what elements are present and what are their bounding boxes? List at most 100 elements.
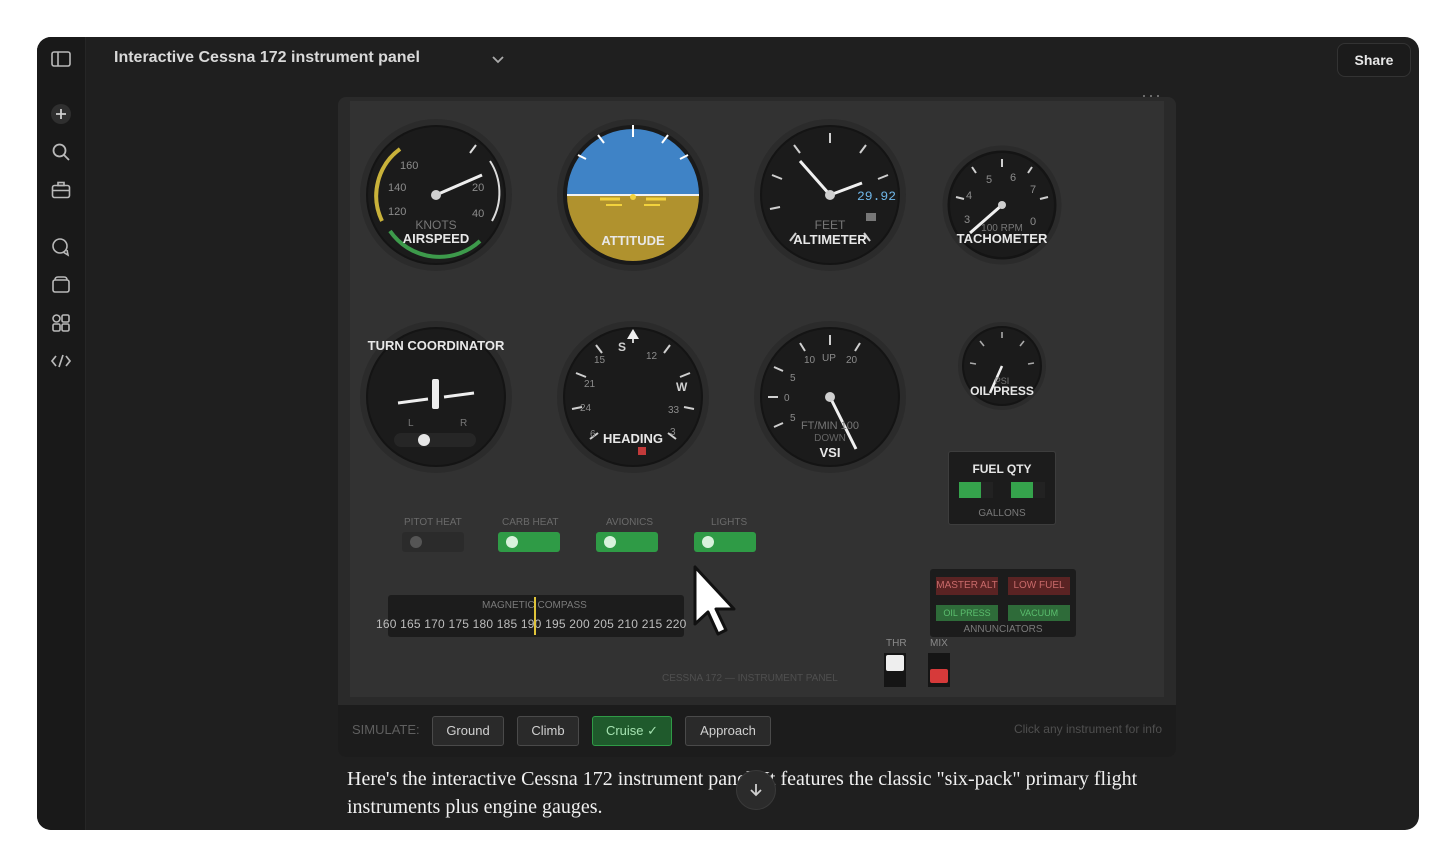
artifact-preview: 160 140 120 20 40 KNOTS AIRSPEED ATTITUD… xyxy=(338,97,1176,757)
simulate-climb-button[interactable]: Climb xyxy=(517,716,579,746)
annunciators-label: ANNUNCIATORS xyxy=(963,624,1043,635)
heading-tick: 33 xyxy=(668,405,680,416)
airspeed-tick: 160 xyxy=(400,160,418,172)
annunciator-oil-press-label: OIL PRESS xyxy=(943,608,991,618)
heading-tick: W xyxy=(676,380,688,394)
tach-tick: 4 xyxy=(966,190,972,202)
airspeed-tick: 120 xyxy=(388,206,406,218)
folder-icon[interactable] xyxy=(47,271,75,299)
annunciator-low-fuel: LOW FUEL xyxy=(1008,577,1070,595)
instrument-panel: 160 140 120 20 40 KNOTS AIRSPEED ATTITUD… xyxy=(350,101,1164,697)
attitude-label: ATTITUDE xyxy=(601,233,665,248)
oil-pressure-gauge[interactable]: PSI OIL PRESS xyxy=(958,322,1046,410)
simulate-approach-button[interactable]: Approach xyxy=(685,716,771,746)
panel-footer-label: CESSNA 172 — INSTRUMENT PANEL xyxy=(662,673,838,684)
vsi-label: VSI xyxy=(820,445,841,460)
turn-coordinator-label: TURN COORDINATOR xyxy=(368,338,505,353)
pitot-heat-switch[interactable] xyxy=(402,532,464,552)
vsi-sub: DOWN xyxy=(814,433,846,444)
tach-tick: 5 xyxy=(986,174,992,186)
airspeed-tick: 140 xyxy=(388,182,406,194)
throttle-label: THR xyxy=(886,638,907,649)
vsi-tick: 5 xyxy=(790,413,796,424)
header: Interactive Cessna 172 instrument panel … xyxy=(85,37,1419,81)
sidebar xyxy=(37,37,86,830)
chat-icon[interactable] xyxy=(47,233,75,261)
search-icon[interactable] xyxy=(47,138,75,166)
airspeed-indicator[interactable]: 160 140 120 20 40 KNOTS AIRSPEED xyxy=(360,119,512,271)
simulate-ground-button[interactable]: Ground xyxy=(432,716,504,746)
attitude-sky xyxy=(567,129,699,196)
switch-label-pitot-heat: PITOT HEAT xyxy=(404,517,462,528)
airspeed-unit: KNOTS xyxy=(415,218,456,232)
mixture-lever[interactable] xyxy=(928,653,950,687)
arrow-down-icon xyxy=(750,784,762,797)
throttle-lever[interactable] xyxy=(884,653,906,687)
annunciator-master-alt-label: MASTER ALT xyxy=(936,580,998,591)
heading-tick: 24 xyxy=(580,403,592,414)
tach-tick: 7 xyxy=(1030,184,1036,196)
mouse-cursor-icon xyxy=(692,564,740,643)
magnetic-compass[interactable]: MAGNETIC COMPASS 160 165 170 175 180 185… xyxy=(376,595,686,637)
turn-left-label: L xyxy=(408,418,414,429)
app-window: Interactive Cessna 172 instrument panel … xyxy=(37,37,1419,830)
altimeter[interactable]: 29.92 FEET ALTIMETER xyxy=(754,119,906,271)
vsi-tick: 20 xyxy=(846,355,858,366)
fuel-quantity-gauge[interactable]: FUEL QTY GALLONS xyxy=(948,451,1056,525)
vsi-unit: FT/MIN 100 xyxy=(801,420,859,432)
scroll-down-button[interactable] xyxy=(736,770,776,810)
conversation-title[interactable]: Interactive Cessna 172 instrument panel xyxy=(114,49,420,67)
annunciator-vacuum: VACUUM xyxy=(1008,605,1070,621)
airspeed-label: AIRSPEED xyxy=(403,231,469,246)
fuel-left-tank xyxy=(959,482,981,498)
mixture-knob xyxy=(930,669,948,683)
fuel-right-tank xyxy=(1011,482,1033,498)
fuel-left-empty xyxy=(981,482,993,498)
switch-label-carb-heat: CARB HEAT xyxy=(502,517,559,528)
annunciator-vacuum-label: VACUUM xyxy=(1019,608,1059,618)
annunciator-panel[interactable]: MASTER ALT LOW FUEL OIL PRESS VACUUM ANN… xyxy=(930,569,1076,637)
heading-tick: 3 xyxy=(670,427,676,438)
tachometer[interactable]: 5 6 7 4 3 0 100 RPM TACHOMETER xyxy=(942,145,1062,265)
plus-icon[interactable] xyxy=(47,100,75,128)
briefcase-icon[interactable] xyxy=(47,176,75,204)
annunciator-master-alt: MASTER ALT xyxy=(936,577,998,595)
simulate-label: SIMULATE: xyxy=(352,722,420,737)
tach-tick: 6 xyxy=(1010,172,1016,184)
tachometer-label: TACHOMETER xyxy=(957,231,1048,246)
altimeter-unit: FEET xyxy=(815,218,846,232)
airspeed-tick: 40 xyxy=(472,208,484,220)
carb-heat-switch[interactable] xyxy=(498,532,560,552)
switch-label-lights: LIGHTS xyxy=(711,517,748,528)
sidebar-toggle-icon[interactable] xyxy=(47,45,75,73)
simulate-hint: Click any instrument for info xyxy=(1013,722,1162,736)
compass-strip: 160 165 170 175 180 185 190 195 200 205 … xyxy=(376,617,687,631)
heading-tick: 6 xyxy=(590,429,596,440)
heading-label: HEADING xyxy=(603,431,663,446)
altimeter-setting: 29.92 xyxy=(857,189,896,204)
annunciator-low-fuel-label: LOW FUEL xyxy=(1013,580,1065,591)
vertical-speed-indicator[interactable]: 10 UP 20 5 0 5 FT/MIN 100 DOWN VSI xyxy=(754,321,906,473)
vsi-tick: 5 xyxy=(790,373,796,384)
simulate-cruise-button[interactable]: Cruise ✓ xyxy=(592,716,672,746)
vsi-tick: UP xyxy=(822,353,836,364)
simulate-bar: SIMULATE: Ground Climb Cruise ✓ Approach… xyxy=(338,705,1176,757)
heading-tick: 15 xyxy=(594,355,606,366)
heading-indicator[interactable]: S 12 15 21 24 3 W 33 6 HEADING xyxy=(557,321,709,473)
oil-press-label: OIL PRESS xyxy=(970,384,1034,398)
avionics-switch[interactable] xyxy=(596,532,658,552)
inclinometer-ball xyxy=(418,434,430,446)
turn-coordinator[interactable]: TURN COORDINATOR L R xyxy=(360,321,512,473)
airspeed-tick: 20 xyxy=(472,182,484,194)
chevron-down-icon[interactable] xyxy=(490,51,506,67)
lights-switch[interactable] xyxy=(694,532,756,552)
attitude-indicator[interactable]: ATTITUDE xyxy=(557,119,710,276)
annunciator-oil-press: OIL PRESS xyxy=(936,605,998,621)
tach-tick: 0 xyxy=(1030,216,1036,228)
tach-tick: 3 xyxy=(964,214,970,226)
vsi-tick: 0 xyxy=(784,393,790,404)
share-button[interactable]: Share xyxy=(1337,43,1411,77)
apps-icon[interactable] xyxy=(47,309,75,337)
turn-right-label: R xyxy=(460,418,467,429)
code-icon[interactable] xyxy=(47,347,75,375)
